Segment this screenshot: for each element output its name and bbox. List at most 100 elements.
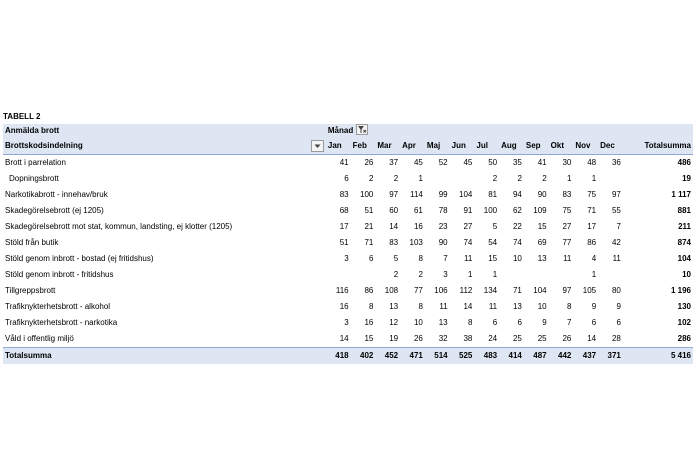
table-cell: 75 <box>562 206 572 215</box>
table-cell: 134 <box>483 286 498 295</box>
month-header-jul: Jul <box>474 138 500 155</box>
month-total: 525 <box>449 347 475 364</box>
table-title: TABELL 2 <box>3 112 41 121</box>
table-cell: 114 <box>410 190 423 199</box>
month-header-nov: Nov <box>573 138 599 155</box>
table-cell: 6 <box>591 318 597 327</box>
table-cell: 30 <box>562 158 572 167</box>
table-cell: 97 <box>389 190 399 199</box>
table-cell: 8 <box>418 302 423 311</box>
table-cell: 17 <box>587 222 597 231</box>
table-row[interactable]: Trafiknykterhetsbrott - alkohol 16 8 13 8 11 1… <box>3 299 693 315</box>
row-label: Dopningsbrott <box>9 174 59 183</box>
table-cell: 6 <box>616 318 621 327</box>
table-row[interactable]: Skadegörelsebrott mot stat, kommun, land… <box>3 219 693 235</box>
table-cell: 100 <box>483 206 498 215</box>
column-field-header[interactable]: Månad <box>325 124 693 138</box>
table-cell: 50 <box>488 158 498 167</box>
table-cell: 3 <box>443 270 448 279</box>
table-row[interactable]: Skadegörelsebrott (ej 1205) 68 51 60 61 78 91 1… <box>3 203 693 219</box>
table-cell: 74 <box>463 238 473 247</box>
table-cell: 6 <box>517 318 522 327</box>
table-cell: 81 <box>488 190 498 199</box>
header-row-1: Anmälda brott Månad <box>3 124 693 138</box>
table-row[interactable]: Trafiknykterhetsbrott - narkotika 3 16 12 10… <box>3 315 693 331</box>
table-cell: 80 <box>611 286 621 295</box>
table-cell: 26 <box>413 334 423 343</box>
table-row[interactable]: Tillgreppsbrott 116 86 108 77 106 112 134 71 104 9… <box>3 283 693 299</box>
table-cell: 13 <box>389 302 399 311</box>
table-cell: 27 <box>463 222 473 231</box>
row-total: 881 <box>677 206 691 215</box>
row-label: Stöld från butik <box>5 238 59 247</box>
table-cell: 11 <box>612 254 621 263</box>
table-cell: 97 <box>611 190 621 199</box>
dropdown-arrow-icon[interactable] <box>310 140 324 152</box>
row-total: 19 <box>682 174 691 183</box>
table-cell: 83 <box>562 190 572 199</box>
table-cell: 11 <box>563 254 572 263</box>
table-cell: 103 <box>409 238 423 247</box>
grand-total-row[interactable]: Totalsumma 418 402 452 471 514 525 483 414 487 442… <box>3 347 693 364</box>
pivot-table: Anmälda brott Månad Brottskodsindelning … <box>3 124 693 364</box>
table-cell: 3 <box>344 254 349 263</box>
table-cell: 94 <box>512 190 522 199</box>
table-cell <box>425 171 450 187</box>
table-cell: 1 <box>492 270 498 279</box>
table-cell: 13 <box>438 318 448 327</box>
row-field-header[interactable]: Brottskodsindelning <box>3 138 326 155</box>
table-cell: 15 <box>537 222 547 231</box>
row-total: 10 <box>682 270 691 279</box>
row-label: Trafiknykterhetsbrott - alkohol <box>5 302 111 311</box>
table-cell: 109 <box>533 206 547 215</box>
table-cell: 105 <box>582 286 597 295</box>
month-total: 414 <box>499 347 524 364</box>
month-header-jan: Jan <box>325 138 351 155</box>
table-cell <box>524 267 549 283</box>
filter-icon[interactable] <box>356 124 369 136</box>
table-cell: 45 <box>463 158 473 167</box>
table-cell: 22 <box>512 222 522 231</box>
table-cell: 8 <box>467 318 473 327</box>
table-cell: 3 <box>344 318 349 327</box>
table-cell: 10 <box>512 254 522 263</box>
table-cell: 16 <box>364 318 374 327</box>
row-total: 1 196 <box>670 286 691 295</box>
table-cell: 6 <box>492 318 498 327</box>
table-row[interactable]: Stöld från butik 51 71 83 103 90 74 54 74 69 77 86 4… <box>3 235 693 251</box>
table-cell: 11 <box>439 302 448 311</box>
table-cell: 2 <box>393 174 399 183</box>
row-total: 1 117 <box>671 190 691 199</box>
month-header-aug: Aug <box>499 138 524 155</box>
table-cell: 6 <box>368 254 374 263</box>
table-cell <box>351 267 376 283</box>
table-cell: 5 <box>492 222 498 231</box>
table-cell: 21 <box>364 222 374 231</box>
header-row-2: Brottskodsindelning Jan Feb Mar Apr Maj Jun Ju… <box>3 138 693 155</box>
row-total: 102 <box>677 318 691 327</box>
table-row[interactable]: Brott i parrelation 41 26 37 45 52 45 50 35 41 30 4… <box>3 155 693 172</box>
table-row[interactable]: Stöld genom inbrott - bostad (ej fritids… <box>3 251 693 267</box>
table-cell: 86 <box>364 286 374 295</box>
month-total: 483 <box>474 347 500 364</box>
table-row[interactable]: Narkotikabrott - innehav/bruk 83 100 97 114 9… <box>3 187 693 203</box>
month-total: 452 <box>375 347 401 364</box>
table-row[interactable]: Stöld genom inbrott - fritidshus 2 2 3 1 1 1 10 <box>3 267 693 283</box>
month-total: 442 <box>548 347 574 364</box>
row-total: 286 <box>677 334 691 343</box>
table-cell: 10 <box>537 302 547 311</box>
table-cell: 45 <box>413 158 423 167</box>
table-cell <box>450 171 475 187</box>
row-total: 104 <box>677 254 691 263</box>
table-cell: 62 <box>512 206 522 215</box>
table-cell: 1 <box>591 270 597 279</box>
row-label: Skadegörelsebrott mot stat, kommun, land… <box>5 222 233 231</box>
table-cell: 7 <box>443 254 448 263</box>
table-cell: 68 <box>339 206 349 215</box>
table-cell: 9 <box>591 302 597 311</box>
table-row[interactable]: Våld i offentlig miljö 14 15 19 26 32 38 24 25 25… <box>3 331 693 348</box>
table-cell: 71 <box>364 238 374 247</box>
table-row[interactable]: Dopningsbrott 6 2 2 1 2 2 2 1 1 19 <box>3 171 693 187</box>
table-cell: 99 <box>438 190 448 199</box>
table-cell: 41 <box>537 158 547 167</box>
